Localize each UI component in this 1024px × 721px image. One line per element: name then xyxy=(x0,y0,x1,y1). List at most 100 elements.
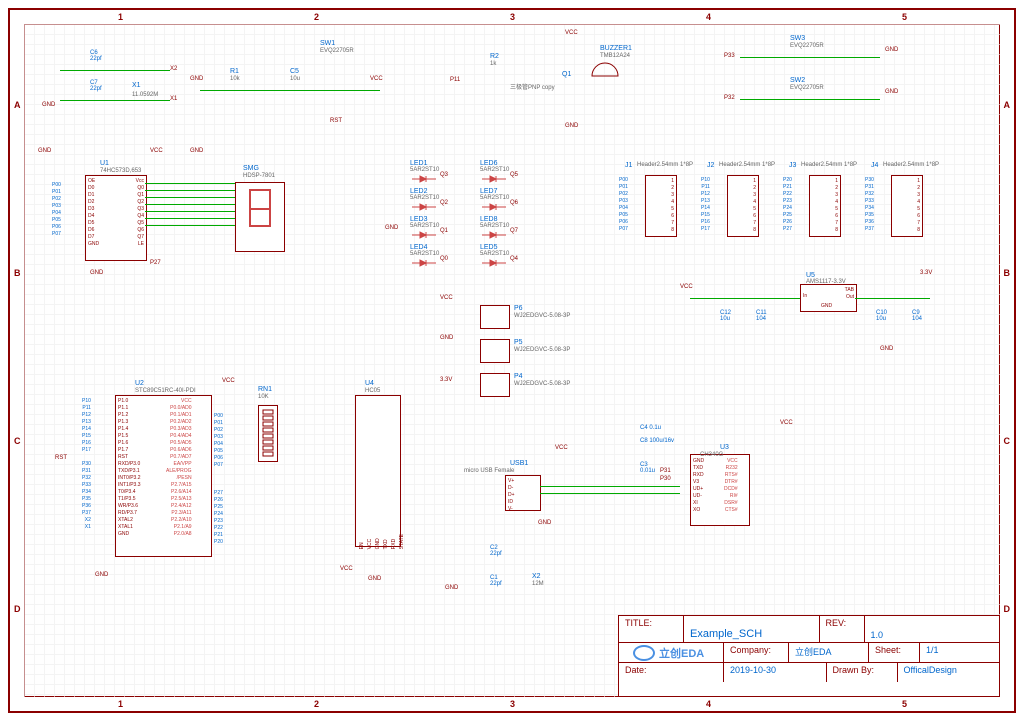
smg-val: HDSP-7801 xyxy=(243,173,275,179)
vcc2: VCC xyxy=(565,30,578,36)
p11-net: P11 xyxy=(450,77,460,83)
u2-pins-right: VCC P0.0/AD0 P0.1/AD1 P0.2/AD2 P0.3/AD3 … xyxy=(166,398,192,538)
p33-net: P33 xyxy=(724,53,735,59)
title-label: TITLE: xyxy=(619,616,684,642)
col-2b: 2 xyxy=(314,699,319,709)
p5-val: WJ2EDGVC-5.08-3P xyxy=(514,347,570,353)
u5-ic: In TAB Out GND xyxy=(800,284,857,312)
p6-ic xyxy=(480,305,510,329)
cloud-icon xyxy=(633,645,655,661)
u2-nets-left: P10 P11 P12 P13 P14 P15 P16 P17 P30 P31 … xyxy=(82,398,91,531)
p4-val: WJ2EDGVC-5.08-3P xyxy=(514,381,570,387)
u3-ref: U3 xyxy=(720,444,729,451)
row-ar: A xyxy=(1004,100,1011,110)
rev-value: 1.0 xyxy=(865,616,1000,642)
date-value: 2019-10-30 xyxy=(724,663,827,682)
u5-ref: U5 xyxy=(806,272,815,279)
u4-ic xyxy=(355,395,401,547)
q1-ref: Q1 xyxy=(562,71,571,78)
p32-net: P32 xyxy=(724,95,735,101)
u3-pins-right: VCC R232 RTS# DTR# DCD# RI# DSR# CTS# xyxy=(724,458,738,514)
x2-ref: X2 xyxy=(532,573,541,580)
usb-block: V+ D- D+ ID V- xyxy=(505,475,541,511)
row-d: D xyxy=(14,604,21,614)
gnd2: GND xyxy=(190,76,203,82)
col-3b: 3 xyxy=(510,699,515,709)
logo-cell: 立创EDA xyxy=(619,643,724,662)
company-label: Company: xyxy=(724,643,789,662)
r2-ref: R2 xyxy=(490,53,499,60)
col-5b: 5 xyxy=(902,699,907,709)
x1-ref: X1 xyxy=(132,82,141,89)
p4-ic xyxy=(480,373,510,397)
u1-val: 74HC573D,653 xyxy=(100,168,141,174)
rn1-ref: RN1 xyxy=(258,386,272,393)
row-cr: C xyxy=(1004,436,1011,446)
u2-nets-right: P00 P01 P02 P03 P04 P05 P06 P07 P27 P26 … xyxy=(214,406,223,546)
drawn-label: Drawn By: xyxy=(827,663,898,682)
reset-block: SW1 EVQ22705R R1 10k C5 10u RST VCC GND xyxy=(200,40,390,120)
r1-val: 10k xyxy=(230,76,240,82)
gnd3: GND xyxy=(565,123,578,129)
r1-ref: R1 xyxy=(230,68,239,75)
col-1b: 1 xyxy=(118,699,123,709)
drawn-value: OfficalDesign xyxy=(898,663,1000,682)
x2-val: 12M xyxy=(532,581,544,587)
x1-val: 11.0592M xyxy=(132,92,158,98)
sw1-ref: SW1 xyxy=(320,40,335,47)
sw3-ref: SW3 xyxy=(790,35,805,42)
u3-pins-left: GND TXD RXD V3 UD+ UD- XI XO xyxy=(693,458,704,514)
c7-val: 22pf xyxy=(90,86,102,92)
col-4: 4 xyxy=(706,12,711,22)
vcc1: VCC xyxy=(370,76,383,82)
switches-block: SW3 EVQ22705R P33 GND SW2 EVQ22705R P32 … xyxy=(740,35,980,125)
buz-val: TMB12A24 xyxy=(600,53,630,59)
osc-block: C622pf C722pf X1 11.0592M X2 X1 GND xyxy=(60,50,180,120)
usb-ref: USB1 xyxy=(510,460,528,467)
col-5: 5 xyxy=(902,12,907,22)
p4-ref: P4 xyxy=(514,373,523,380)
rn1-val: 10K xyxy=(258,394,269,400)
u1-ic: OE D0 D1 D2 D3 D4 D5 D6 D7 GND Vcc Q0 Q1… xyxy=(85,175,147,261)
u2-ref: U2 xyxy=(135,380,144,387)
c5-val: 10u xyxy=(290,76,300,82)
gnd1: GND xyxy=(42,102,55,108)
u1-ref: U1 xyxy=(100,160,109,167)
usb-val: micro USB Female xyxy=(464,468,514,474)
buzzer-block: VCC R2 1k BUZZER1 TMB12A24 Q1 三极管PNP cop… xyxy=(450,35,650,135)
u4-pins: EN VCC GND TXD RXD STATE xyxy=(358,534,406,549)
r2-val: 1k xyxy=(490,61,496,67)
u2-pins-left: P1.0 P1.1 P1.2 P1.3 P1.4 P1.5 P1.6 P1.7 … xyxy=(118,398,141,538)
sw2-ref: SW2 xyxy=(790,77,805,84)
date-label: Date: xyxy=(619,663,724,682)
seven-segment xyxy=(235,182,285,252)
sheet-value: 1/1 xyxy=(920,643,999,662)
buzzer-icon xyxy=(590,61,620,91)
col-4b: 4 xyxy=(706,699,711,709)
sw3-val: EVQ22705R xyxy=(790,43,824,49)
rn1 xyxy=(258,405,278,462)
buz-ref: BUZZER1 xyxy=(600,45,632,52)
vreg-block: VCC In TAB Out GND U5 AMS1117-3.3V 3.3V … xyxy=(680,280,960,360)
q1-val: 三极管PNP copy xyxy=(510,85,555,91)
schematic-frame: 1 2 3 4 5 1 2 3 4 5 A B C D A B C D TITL… xyxy=(0,0,1024,721)
c5-ref: C5 xyxy=(290,68,299,75)
title-block: TITLE: Example_SCH REV: 1.0 立创EDA Compan… xyxy=(618,615,1000,697)
p5-ic xyxy=(480,339,510,363)
u5-val: AMS1117-3.3V xyxy=(806,279,846,285)
gnd5: GND xyxy=(885,89,898,95)
rev-label: REV: xyxy=(820,616,865,642)
p6-val: WJ2EDGVC-5.08-3P xyxy=(514,313,570,319)
u4-ref: U4 xyxy=(365,380,374,387)
xtal2-block: C222pf C122pf X2 12M GND xyxy=(460,545,600,615)
logo: 立创EDA xyxy=(625,645,717,660)
title-value: Example_SCH xyxy=(684,616,820,642)
sw1-val: EVQ22705R xyxy=(320,48,354,54)
sw2-val: EVQ22705R xyxy=(790,85,824,91)
col-2: 2 xyxy=(314,12,319,22)
col-3: 3 xyxy=(510,12,515,22)
row-b: B xyxy=(14,268,21,278)
u2-val: STC89C51RC-40I-PDI xyxy=(135,388,196,394)
p5-ref: P5 xyxy=(514,339,523,346)
row-a: A xyxy=(14,100,21,110)
